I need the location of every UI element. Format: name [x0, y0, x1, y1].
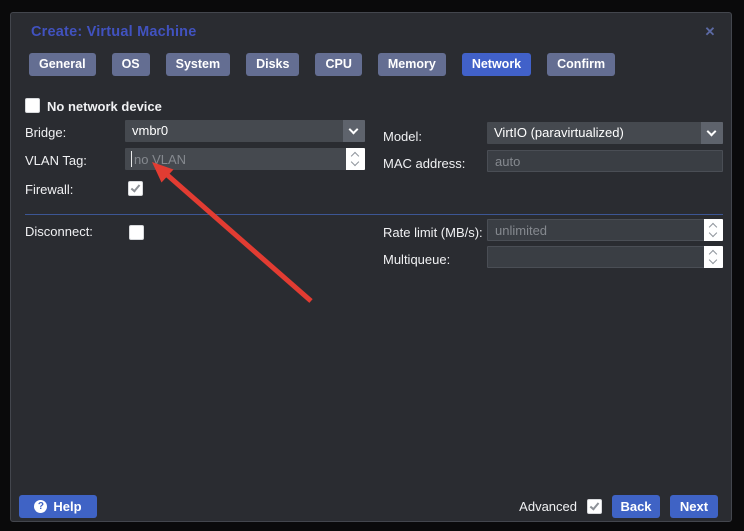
model-select[interactable]: VirtIO (paravirtualized)	[487, 122, 723, 144]
multiqueue-spinner[interactable]	[704, 246, 723, 268]
firewall-checkbox[interactable]	[128, 181, 143, 196]
advanced-label: Advanced	[519, 499, 577, 514]
spinner-down-icon	[350, 157, 360, 167]
multiqueue-field[interactable]	[487, 246, 723, 268]
wizard-tabs: General OS System Disks CPU Memory Netwo…	[29, 53, 616, 76]
disconnect-checkbox[interactable]	[129, 225, 144, 240]
tab-memory[interactable]: Memory	[377, 53, 446, 76]
help-button-label: Help	[53, 499, 82, 514]
firewall-label: Firewall:	[25, 182, 74, 197]
chevron-down-icon	[706, 126, 717, 137]
rate-limit-input[interactable]	[488, 220, 722, 240]
no-network-device-label: No network device	[47, 99, 162, 114]
footer-actions: Advanced Back Next	[519, 495, 718, 518]
help-icon: ?	[34, 500, 48, 513]
no-network-device-checkbox[interactable]	[25, 98, 40, 113]
tab-os[interactable]: OS	[111, 53, 150, 76]
vlan-tag-field[interactable]	[125, 148, 365, 170]
tab-network[interactable]: Network	[461, 53, 532, 76]
multiqueue-label: Multiqueue:	[383, 252, 451, 267]
back-button[interactable]: Back	[612, 495, 660, 518]
vlan-tag-spinner[interactable]	[346, 148, 365, 170]
rate-limit-spinner[interactable]	[704, 219, 723, 241]
text-caret	[131, 151, 132, 167]
check-icon	[589, 500, 600, 511]
disconnect-label: Disconnect:	[25, 224, 93, 239]
dialog-title: Create: Virtual Machine	[31, 24, 197, 40]
spinner-down-icon	[708, 255, 718, 265]
next-button[interactable]: Next	[670, 495, 718, 518]
bridge-dropdown-trigger[interactable]	[343, 120, 365, 142]
bridge-select[interactable]: vmbr0	[125, 120, 365, 142]
vlan-tag-input[interactable]	[125, 148, 365, 170]
tab-confirm[interactable]: Confirm	[547, 53, 616, 76]
model-label: Model:	[383, 129, 423, 144]
bridge-label: Bridge:	[25, 125, 67, 140]
advanced-checkbox[interactable]	[587, 499, 602, 514]
check-icon	[130, 182, 141, 193]
mac-address-field[interactable]	[487, 150, 723, 172]
vlan-tag-label: VLAN Tag:	[25, 153, 87, 168]
tab-disks[interactable]: Disks	[246, 53, 300, 76]
multiqueue-input[interactable]	[488, 247, 722, 267]
rate-limit-field[interactable]	[487, 219, 723, 241]
create-vm-dialog: Create: Virtual Machine ✕ General OS Sys…	[10, 12, 732, 522]
tab-general[interactable]: General	[29, 53, 96, 76]
bridge-value: vmbr0	[132, 123, 169, 138]
model-dropdown-trigger[interactable]	[701, 122, 723, 144]
mac-address-label: MAC address:	[383, 156, 466, 171]
model-value: VirtIO (paravirtualized)	[494, 125, 624, 140]
tab-cpu[interactable]: CPU	[315, 53, 362, 76]
section-divider	[25, 214, 723, 215]
spinner-down-icon	[708, 228, 718, 238]
mac-address-input[interactable]	[488, 151, 722, 171]
chevron-down-icon	[348, 124, 359, 135]
help-button[interactable]: ? Help	[19, 495, 97, 518]
tab-system[interactable]: System	[165, 53, 231, 76]
close-icon[interactable]: ✕	[702, 24, 718, 40]
rate-limit-label: Rate limit (MB/s):	[383, 225, 483, 240]
